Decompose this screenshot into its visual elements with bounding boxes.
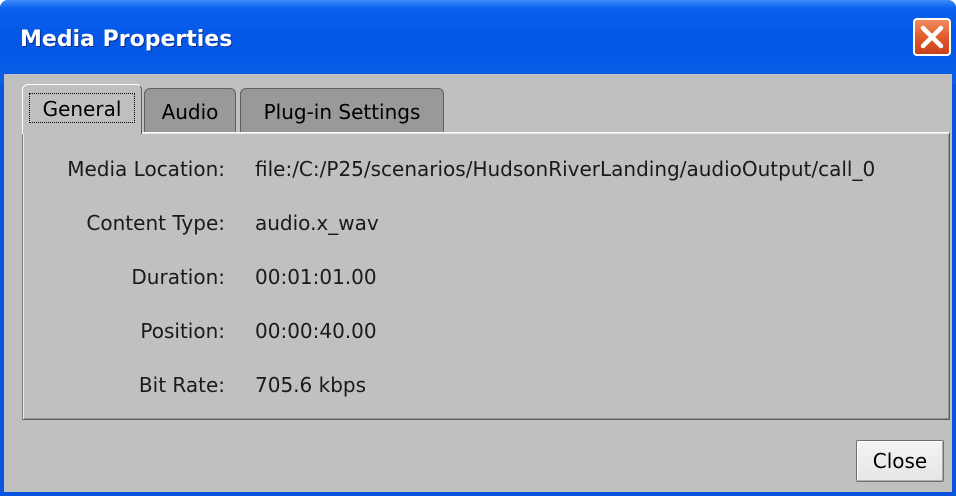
tab-plugin-settings-label: Plug-in Settings — [263, 100, 421, 124]
position-label: Position: — [140, 319, 225, 343]
dialog-body: Audio Plug-in Settings General Media Loc… — [4, 74, 952, 492]
content-type-value: audio.x_wav — [255, 211, 379, 235]
tab-general-label: General — [42, 97, 122, 121]
tab-plugin-settings[interactable]: Plug-in Settings — [240, 88, 444, 132]
title-bar[interactable]: Media Properties — [0, 0, 956, 84]
close-button[interactable]: Close — [856, 440, 944, 482]
duration-value: 00:01:01.00 — [255, 265, 377, 289]
media-location-label: Media Location: — [67, 157, 225, 181]
duration-label: Duration: — [131, 265, 225, 289]
property-row-duration: Duration: 00:01:01.00 — [23, 265, 949, 295]
close-x-icon[interactable] — [913, 18, 951, 56]
property-row-bit-rate: Bit Rate: 705.6 kbps — [23, 373, 949, 403]
tab-general[interactable]: General — [22, 84, 142, 134]
property-row-content-type: Content Type: audio.x_wav — [23, 211, 949, 241]
property-row-position: Position: 00:00:40.00 — [23, 319, 949, 349]
close-button-label: Close — [872, 449, 928, 473]
window-title: Media Properties — [20, 27, 233, 52]
tab-audio[interactable]: Audio — [144, 88, 236, 132]
media-location-value: file:/C:/P25/scenarios/HudsonRiverLandin… — [255, 157, 876, 181]
position-value: 00:00:40.00 — [255, 319, 377, 343]
bit-rate-value: 705.6 kbps — [255, 373, 367, 397]
media-properties-window: Media Properties Audio Plug-in Settings … — [0, 0, 956, 496]
general-properties-panel: Media Location: file:/C:/P25/scenarios/H… — [22, 132, 950, 420]
content-type-label: Content Type: — [86, 211, 225, 235]
property-row-media-location: Media Location: file:/C:/P25/scenarios/H… — [23, 157, 949, 187]
x-glyph — [920, 25, 944, 49]
tab-audio-label: Audio — [161, 100, 219, 124]
bit-rate-label: Bit Rate: — [138, 373, 225, 397]
